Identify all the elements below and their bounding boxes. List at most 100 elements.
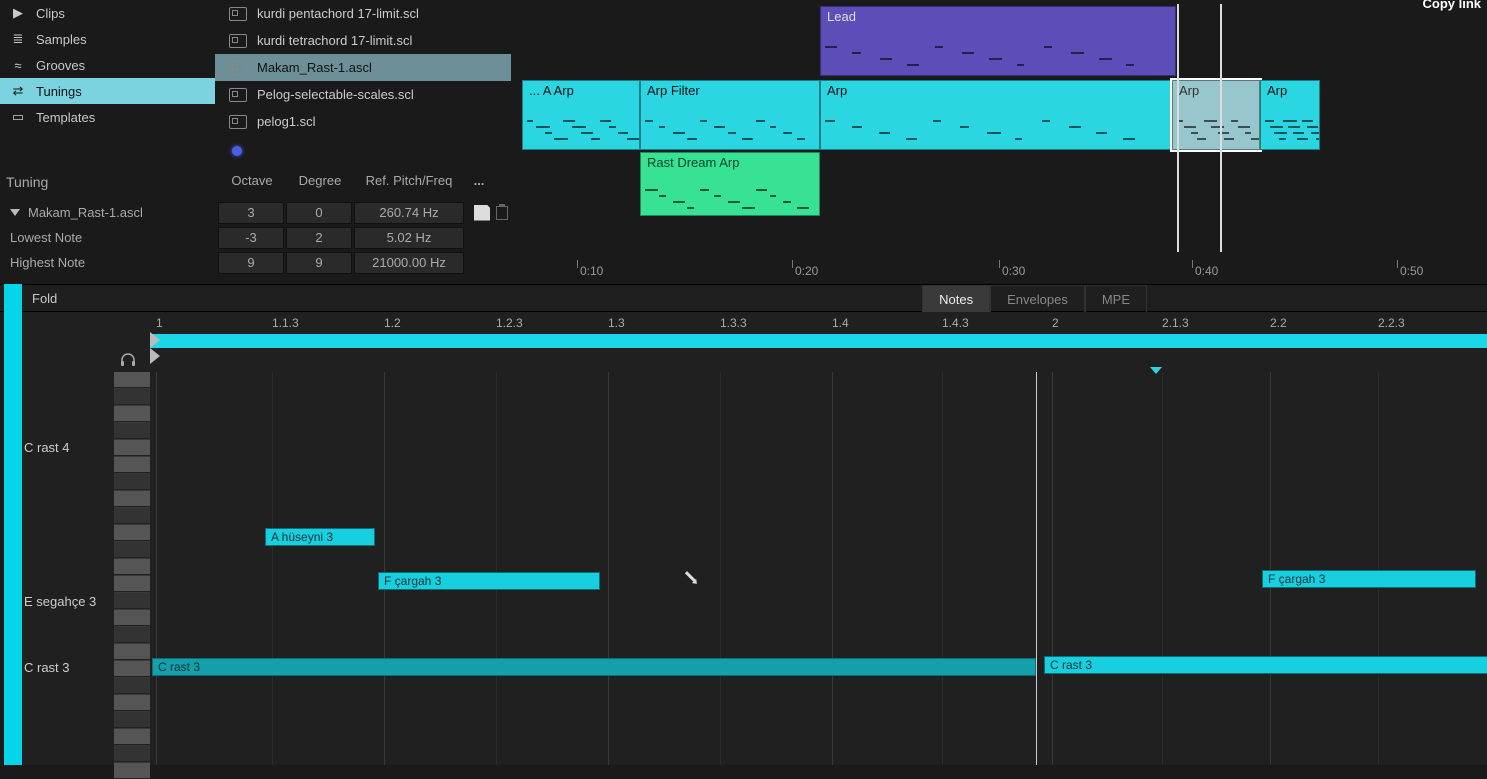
save-icon[interactable] xyxy=(474,205,490,221)
beat-tick[interactable]: 1.4.3 xyxy=(942,316,969,330)
midi-note[interactable]: A hüseyni 3 xyxy=(265,528,375,546)
beat-tick[interactable]: 1.3.3 xyxy=(720,316,747,330)
time-tick[interactable]: 0:50 xyxy=(1400,264,1423,278)
file-item[interactable]: kurdi pentachord 17-limit.scl xyxy=(215,0,511,27)
tuning-headers: Octave Degree Ref. Pitch/Freq ... xyxy=(218,173,494,188)
file-item[interactable]: pelog1.scl xyxy=(215,108,511,135)
loop-brace[interactable] xyxy=(150,334,1487,348)
key-label: C rast 4 xyxy=(24,440,70,455)
freq-cell[interactable]: 5.02 Hz xyxy=(354,227,464,249)
arrangement-view[interactable]: 0:10 0:20 0:30 0:40 0:50 Lead ... A ArpArp Fi… xyxy=(520,4,1487,278)
clip-color-strip[interactable] xyxy=(4,284,22,765)
octave-cell[interactable]: 9 xyxy=(218,252,284,274)
midi-note[interactable]: F çargah 3 xyxy=(378,572,600,590)
piano-key[interactable] xyxy=(114,661,150,677)
headphone-icon[interactable] xyxy=(120,352,136,368)
beat-tick[interactable]: 1.1.3 xyxy=(272,316,299,330)
editor-tab-notes[interactable]: Notes xyxy=(922,285,990,313)
arrangement-clip[interactable]: Arp Filter xyxy=(640,80,820,150)
browser-item-grooves[interactable]: ≈Grooves xyxy=(0,52,215,78)
note-lane[interactable]: A hüseyni 3 F çargah 3 F çargah 3 C rast 3 C… xyxy=(150,372,1487,765)
beat-tick[interactable]: 1.3 xyxy=(608,316,625,330)
piano-key[interactable] xyxy=(114,423,150,439)
beat-tick[interactable]: 1.2 xyxy=(384,316,401,330)
beat-tick[interactable]: 1.4 xyxy=(832,316,849,330)
clip-label: Arp xyxy=(1267,83,1287,98)
arrangement-clip[interactable]: Arp xyxy=(1172,80,1260,150)
beat-tick[interactable]: 2.2.3 xyxy=(1378,316,1405,330)
midi-note[interactable]: F çargah 3 xyxy=(1262,570,1476,588)
degree-cell[interactable]: 0 xyxy=(286,202,352,224)
time-tick[interactable]: 0:10 xyxy=(580,264,603,278)
piano-key[interactable] xyxy=(114,695,150,711)
beat-tick[interactable]: 1.2.3 xyxy=(496,316,523,330)
arrangement-playhead[interactable] xyxy=(1220,4,1222,252)
piano-key[interactable] xyxy=(114,712,150,728)
editor-tab-mpe[interactable]: MPE xyxy=(1085,285,1147,313)
octave-cell[interactable]: 3 xyxy=(218,202,284,224)
piano-key[interactable] xyxy=(114,576,150,592)
degree-cell[interactable]: 2 xyxy=(286,227,352,249)
degree-cell[interactable]: 9 xyxy=(286,252,352,274)
beat-tick[interactable]: 2 xyxy=(1052,316,1059,330)
piano-key[interactable] xyxy=(114,746,150,762)
piano-key[interactable] xyxy=(114,610,150,626)
piano-key[interactable] xyxy=(114,372,150,388)
piano-key[interactable] xyxy=(114,389,150,405)
freq-cell[interactable]: 260.74 Hz xyxy=(354,202,464,224)
templates-icon: ▭ xyxy=(10,109,26,125)
arrangement-clip[interactable]: Lead xyxy=(820,6,1176,76)
loop-start-handle[interactable] xyxy=(150,332,160,348)
record-indicator-icon[interactable] xyxy=(232,146,242,156)
beat-ruler[interactable]: 1 1.1.3 1.2 1.2.3 1.3 1.3.3 1.4 1.4.3 2 2.1.3 2.2 2… xyxy=(150,312,1487,332)
arrangement-clip[interactable]: ... A Arp xyxy=(522,80,640,150)
midi-note[interactable]: C rast 3 xyxy=(1044,656,1487,674)
midi-note-editor[interactable]: 1 1.1.3 1.2 1.2.3 1.3 1.3.3 1.4 1.4.3 2 2.1.3 2.2 2… xyxy=(22,312,1487,765)
header-more[interactable]: ... xyxy=(464,173,494,188)
browser-item-samples[interactable]: ≣Samples xyxy=(0,26,215,52)
beat-tick[interactable]: 1 xyxy=(156,316,163,330)
piano-key[interactable] xyxy=(114,457,150,473)
file-item[interactable]: Makam_Rast-1.ascl xyxy=(215,54,511,81)
beat-tick[interactable]: 2.1.3 xyxy=(1162,316,1189,330)
file-item[interactable]: kurdi tetrachord 17-limit.scl xyxy=(215,27,511,54)
time-tick[interactable]: 0:40 xyxy=(1195,264,1218,278)
midi-note[interactable]: C rast 3 xyxy=(152,658,1036,676)
browser-item-clips[interactable]: ▶Clips xyxy=(0,0,215,26)
time-ruler[interactable]: 0:10 0:20 0:30 0:40 0:50 xyxy=(520,254,1487,278)
freq-cell[interactable]: 21000.00 Hz xyxy=(354,252,464,274)
piano-key[interactable] xyxy=(114,406,150,422)
piano-key[interactable] xyxy=(114,763,150,779)
browser-item-label: Tunings xyxy=(36,84,82,99)
loop-end-handle[interactable] xyxy=(150,348,160,364)
time-tick[interactable]: 0:30 xyxy=(1002,264,1025,278)
browser-item-tunings[interactable]: ⇄Tunings xyxy=(0,78,215,104)
arrangement-clip[interactable]: Arp xyxy=(820,80,1172,150)
piano-key[interactable] xyxy=(114,729,150,745)
piano-key[interactable] xyxy=(114,440,150,456)
browser-item-templates[interactable]: ▭Templates xyxy=(0,104,215,130)
key-label: C rast 3 xyxy=(24,660,70,675)
piano-key[interactable] xyxy=(114,559,150,575)
beat-tick[interactable]: 2.2 xyxy=(1270,316,1287,330)
piano-key[interactable] xyxy=(114,593,150,609)
piano-key[interactable] xyxy=(114,644,150,660)
piano-key[interactable] xyxy=(114,474,150,490)
arrangement-playhead[interactable] xyxy=(1177,4,1179,252)
piano-roll-keys[interactable]: C rast 4E segahçe 3C rast 3 xyxy=(22,372,150,765)
file-item[interactable]: Pelog-selectable-scales.scl xyxy=(215,81,511,108)
gridline xyxy=(832,372,833,765)
editor-tab-envelopes[interactable]: Envelopes xyxy=(990,285,1085,313)
time-tick[interactable]: 0:20 xyxy=(795,264,818,278)
piano-key[interactable] xyxy=(114,491,150,507)
piano-key[interactable] xyxy=(114,508,150,524)
piano-key[interactable] xyxy=(114,525,150,541)
arrangement-clip[interactable]: Rast Dream Arp xyxy=(640,152,820,216)
trash-icon[interactable] xyxy=(496,206,508,220)
arrangement-clip[interactable]: Arp xyxy=(1260,80,1320,150)
octave-cell[interactable]: -3 xyxy=(218,227,284,249)
disclosure-triangle-icon[interactable] xyxy=(10,209,20,216)
piano-key[interactable] xyxy=(114,542,150,558)
piano-key[interactable] xyxy=(114,678,150,694)
piano-key[interactable] xyxy=(114,627,150,643)
